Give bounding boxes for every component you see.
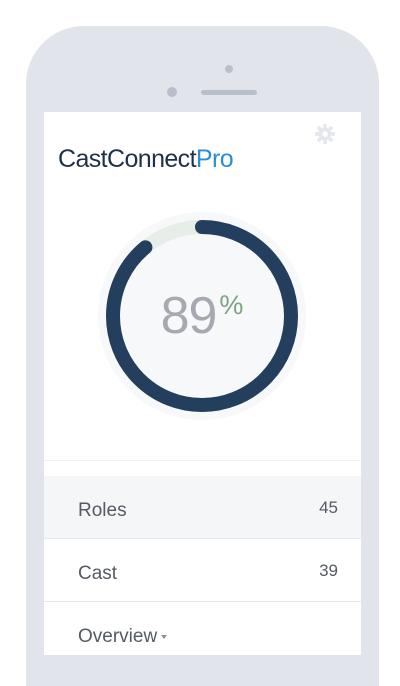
list-item-cast[interactable]: Cast 39 <box>44 539 361 602</box>
app-screen: CastConnectPro 89 % Roles 45 Cast 39 Ove… <box>44 112 361 655</box>
brand-accent: Pro <box>195 145 234 173</box>
camera-dot <box>225 65 233 73</box>
list-item-count: 45 <box>319 498 338 517</box>
overview-label: Overview <box>78 626 158 647</box>
chevron-down-icon <box>161 634 168 639</box>
list-item-label: Cast <box>78 563 118 584</box>
stats-list: Roles 45 Cast 39 Overview <box>44 476 361 655</box>
gauge-value: 89 <box>160 287 218 345</box>
section-divider <box>44 460 361 461</box>
list-item-count: 39 <box>319 561 338 580</box>
list-item-overview[interactable]: Overview <box>44 602 361 655</box>
list-item-roles[interactable]: Roles 45 <box>44 476 361 539</box>
app-logo: CastConnectPro <box>58 145 234 174</box>
gear-icon[interactable] <box>314 123 336 145</box>
list-item-label-wrap: Overview <box>78 626 168 648</box>
gauge-readout: 89 % <box>96 210 308 422</box>
brand-name: CastConnect <box>58 145 197 173</box>
gauge-unit: % <box>219 290 244 320</box>
speaker-grille <box>201 90 257 95</box>
list-item-label: Roles <box>78 500 127 521</box>
front-sensor <box>167 87 177 97</box>
